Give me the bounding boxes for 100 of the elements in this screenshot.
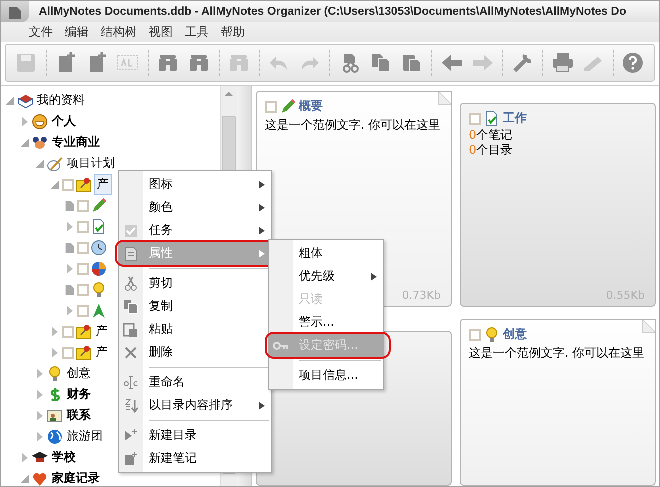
card-icon [47, 408, 63, 424]
expanded-arrow-icon[interactable] [20, 138, 30, 148]
menu-item[interactable]: 视图 [143, 24, 179, 40]
help-icon [621, 51, 646, 75]
note-text: 这是一个范例文字. 你可以在这里 [265, 117, 442, 134]
page-plus-icon [123, 450, 139, 466]
note-text: 这是一个范例文字. 你可以在这里 [469, 345, 646, 362]
menu-item[interactable]: 结构树 [95, 24, 143, 40]
tree-item[interactable]: 产 [94, 343, 110, 362]
note-icon [65, 284, 75, 294]
document-icon [9, 4, 21, 18]
checkbox[interactable] [469, 112, 481, 124]
checkbox[interactable] [77, 200, 89, 212]
menu-item[interactable]: 帮助 [215, 24, 251, 40]
pin-icon [76, 324, 92, 340]
menu-item[interactable]: 新建笔记 [119, 447, 271, 470]
folded-corner-icon [642, 320, 655, 333]
checkbox[interactable] [77, 284, 89, 296]
tree-item[interactable]: 个人 [50, 112, 78, 131]
card-title[interactable]: 概要 [299, 98, 323, 115]
tree-item[interactable]: 产 [94, 174, 112, 195]
scissors-icon [123, 276, 139, 292]
check-doc-icon [91, 218, 107, 234]
checkbox[interactable] [62, 326, 74, 338]
card-title[interactable]: 创意 [503, 326, 527, 343]
menu-item[interactable]: 警示... [269, 311, 383, 334]
menu-item[interactable]: 项目信息... [269, 364, 383, 387]
tree-item[interactable]: 家庭记录 [50, 469, 102, 486]
collapsed-arrow-icon[interactable] [35, 410, 45, 420]
menu-item[interactable]: 重命名 [119, 371, 271, 394]
scroll-up-arrow-icon[interactable] [224, 90, 234, 98]
pen-icon [47, 156, 63, 172]
note-card[interactable]: 创意 这是一个范例文字. 你可以在这里 [460, 319, 656, 486]
tree-item[interactable]: 创意 [65, 364, 93, 383]
handshake-icon [32, 134, 48, 150]
tree-item[interactable]: 项目计划 [65, 154, 117, 173]
check-icon [123, 222, 139, 238]
collapsed-arrow-icon[interactable] [20, 116, 30, 126]
printer-icon [550, 51, 575, 75]
checkbox[interactable] [265, 100, 277, 112]
tree-item[interactable]: 旅游团 [65, 427, 105, 446]
window-title: AllMyNotes Documents.ddb - AllMyNotes Organizer (C:\Users\13053\Documents\AllMyNotes\AllMyNotes Do [39, 6, 626, 18]
pages-icon [123, 298, 139, 314]
cross-icon [123, 344, 139, 360]
checkbox[interactable] [77, 242, 89, 254]
checkbox[interactable] [77, 262, 89, 274]
bulb-icon [47, 366, 63, 382]
collapsed-arrow-icon[interactable] [35, 390, 45, 400]
globe-icon [47, 428, 63, 444]
tree-item[interactable]: 财务 [65, 385, 93, 404]
heart-icon [32, 470, 48, 486]
checkbox[interactable] [62, 178, 74, 190]
pie-icon [91, 260, 107, 276]
pin-icon [76, 344, 92, 360]
app-menu-button[interactable] [1, 1, 29, 22]
expanded-arrow-icon[interactable] [5, 96, 15, 106]
collapsed-arrow-icon[interactable] [50, 326, 60, 336]
menu-item[interactable]: 工具 [179, 24, 215, 40]
note-icon [65, 242, 75, 252]
tree-item[interactable]: 产 [94, 322, 110, 341]
collapsed-arrow-icon[interactable] [20, 452, 30, 462]
collapsed-arrow-icon[interactable] [50, 348, 60, 358]
bulb-icon [91, 282, 107, 298]
menu-item[interactable]: 文件 [23, 24, 59, 40]
smiley-icon [32, 114, 48, 130]
collapsed-arrow-icon[interactable] [65, 222, 75, 232]
card-title[interactable]: 工作 [503, 110, 527, 127]
menu-item[interactable]: 新建目录 [119, 424, 271, 447]
pencil-icon [91, 198, 107, 214]
expanded-arrow-icon[interactable] [35, 158, 45, 168]
collapsed-arrow-icon[interactable] [35, 368, 45, 378]
expanded-arrow-icon[interactable] [50, 180, 60, 190]
tree-item[interactable]: 我的资料 [35, 91, 87, 110]
count-text: 0个目录 [469, 144, 514, 157]
collapsed-arrow-icon[interactable] [65, 264, 75, 274]
checkbox[interactable] [77, 220, 89, 232]
text-cursor-icon [123, 374, 139, 390]
file-size: 0.73Kb [402, 289, 441, 302]
collapsed-arrow-icon[interactable] [65, 306, 75, 316]
count-text: 0个笔记 [469, 129, 514, 142]
checkbox[interactable] [469, 328, 481, 340]
clipboard-icon [123, 322, 139, 338]
bulb-icon [484, 326, 500, 342]
check-doc-icon [484, 110, 500, 126]
collapsed-arrow-icon[interactable] [35, 432, 45, 442]
folded-corner-icon [438, 92, 451, 105]
tree-item[interactable]: 联系 [65, 406, 93, 425]
tree-item[interactable]: 专业商业 [50, 133, 102, 152]
menu-item[interactable]: 粗体 [269, 242, 383, 265]
menu-item[interactable]: 编辑 [59, 24, 95, 40]
folder-plus-icon [123, 428, 139, 444]
checkbox[interactable] [62, 346, 74, 358]
sort-icon [123, 398, 139, 414]
expanded-arrow-icon[interactable] [20, 474, 30, 484]
pencil-icon [280, 98, 296, 114]
menu-item[interactable]: 粘贴 [119, 318, 271, 341]
menu-item[interactable]: 以目录内容排序 [119, 394, 271, 417]
tree-item[interactable]: 学校 [50, 448, 78, 467]
menu-item[interactable]: 优先级 [269, 265, 383, 288]
checkbox[interactable] [77, 304, 89, 316]
